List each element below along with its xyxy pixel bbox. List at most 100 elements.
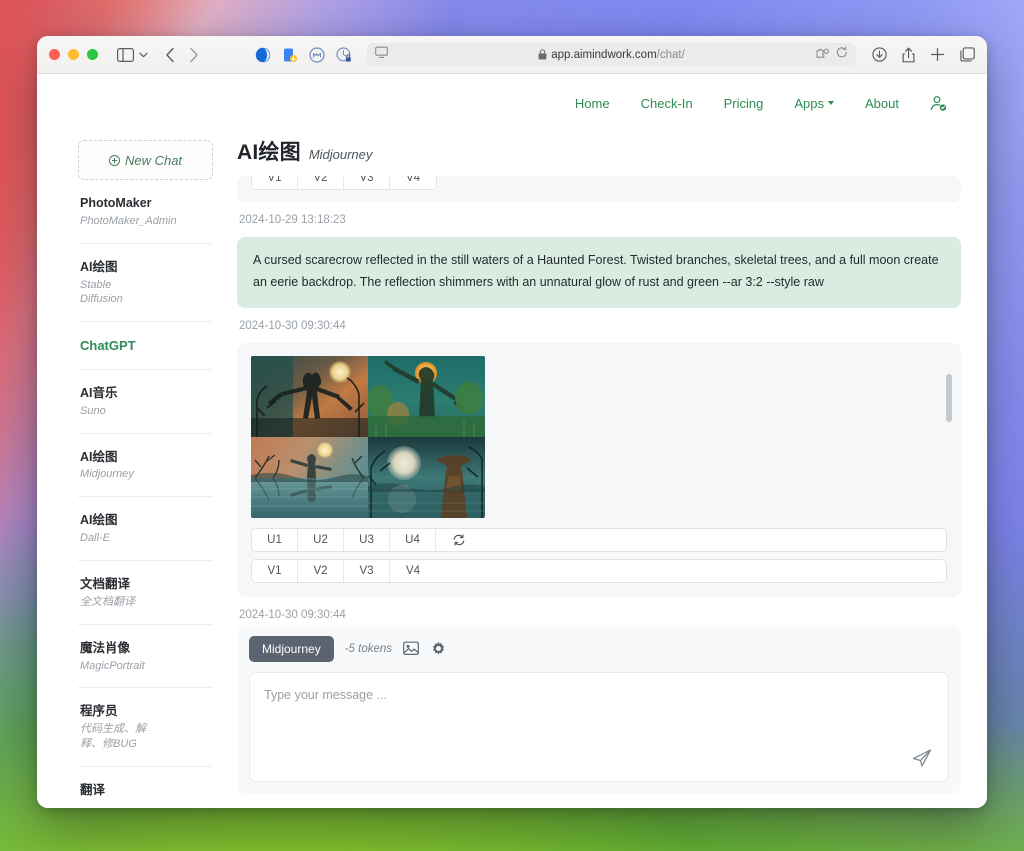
chat-header: AI绘图 Midjourney xyxy=(237,132,961,176)
variation-button-v2[interactable]: V2 xyxy=(298,560,344,582)
chat-item-subtitle: 代码生成、解释、修BUG xyxy=(80,723,146,751)
variation-button-v1[interactable]: V1 xyxy=(252,176,298,189)
web-page: Home Check-In Pricing Apps About New Cha… xyxy=(37,74,987,808)
sidebar-item-translate[interactable]: 翻译 xyxy=(78,767,213,808)
composer-toolbar: Midjourney -5 tokens xyxy=(249,636,949,662)
page-title: AI绘图 xyxy=(237,141,301,164)
nav-about[interactable]: About xyxy=(865,96,899,111)
chat-item-title: 程序员 xyxy=(80,704,118,719)
sidebar-item-document-translate[interactable]: 文档翻译 全文档翻译 xyxy=(78,561,213,625)
nav-apps-label: Apps xyxy=(794,95,825,111)
back-arrow-icon[interactable] xyxy=(158,44,182,66)
nav-checkin[interactable]: Check-In xyxy=(641,96,693,111)
gear-icon[interactable] xyxy=(431,641,448,658)
tabs-overview-icon[interactable] xyxy=(960,47,975,62)
chat-item-subtitle: PhotoMaker_Admin xyxy=(80,214,177,227)
minimize-window-button[interactable] xyxy=(68,49,79,60)
message-timestamp: 2024-10-29 13:18:23 xyxy=(239,214,346,226)
sidebar-item-dalle[interactable]: AI绘图 Dall-E xyxy=(78,497,213,561)
image-icon[interactable] xyxy=(403,641,420,658)
message-prompt-bubble: A cursed scarecrow reflected in the stil… xyxy=(237,237,961,308)
send-paper-plane-icon[interactable] xyxy=(911,747,935,771)
sidebar-item-stable-diffusion[interactable]: AI绘图 Stable Diffusion xyxy=(78,244,213,323)
reload-icon[interactable] xyxy=(836,45,848,64)
message-image-result: U1 U2 U3 U4 V1 V2 V3 V4 xyxy=(237,343,961,597)
browser-extension-icons xyxy=(254,46,353,64)
browser-window: app.aimindwork.com/chat/ Home Check-In P… xyxy=(37,36,987,808)
plus-icon[interactable] xyxy=(930,47,945,62)
image-tile-1[interactable] xyxy=(251,356,368,437)
variation-button-v2[interactable]: V2 xyxy=(298,176,344,189)
maximize-window-button[interactable] xyxy=(87,49,98,60)
scrollbar-thumb[interactable] xyxy=(946,374,952,423)
extension-metamask-icon[interactable] xyxy=(308,46,326,64)
variation-button-v1[interactable]: V1 xyxy=(252,560,298,582)
sidebar-item-photomaker[interactable]: PhotoMaker PhotoMaker_Admin xyxy=(78,180,213,244)
download-icon[interactable] xyxy=(872,47,887,62)
extension-privacy-lock-icon[interactable] xyxy=(335,46,353,64)
upscale-button-u4[interactable]: U4 xyxy=(390,529,436,551)
message-timestamp: 2024-10-30 09:30:44 xyxy=(239,609,346,619)
share-icon[interactable] xyxy=(902,47,915,63)
message-scrollbar[interactable] xyxy=(946,216,952,489)
browser-toolbar: app.aimindwork.com/chat/ xyxy=(37,36,987,74)
window-traffic-lights xyxy=(49,49,98,60)
message-composer: Midjourney -5 tokens xyxy=(237,625,961,794)
upscale-button-row: U1 U2 U3 U4 xyxy=(251,528,947,552)
new-chat-label: New Chat xyxy=(124,152,183,168)
address-bar-actions xyxy=(816,45,848,64)
chat-item-subtitle: 全文档翻译 xyxy=(80,595,135,608)
variation-button-v4[interactable]: V4 xyxy=(390,560,436,582)
forward-arrow-icon[interactable] xyxy=(182,44,206,66)
sidebar-item-suno[interactable]: AI音乐 Suno xyxy=(78,370,213,434)
chat-item-title: 魔法肖像 xyxy=(80,640,131,655)
image-tile-4[interactable] xyxy=(368,437,485,518)
close-window-button[interactable] xyxy=(49,49,60,60)
url-path: /chat/ xyxy=(656,48,685,61)
sidebar-toggle-icon[interactable] xyxy=(114,44,136,66)
message-previous-result-partial: V1 V2 V3 V4 xyxy=(237,176,961,202)
message-input-box[interactable] xyxy=(249,672,949,782)
puzzle-icon[interactable] xyxy=(816,46,829,64)
message-scroll-area[interactable]: V1 V2 V3 V4 2024-10-29 13:18:23 A cursed… xyxy=(237,176,961,619)
message-input[interactable] xyxy=(264,688,934,702)
user-account-icon[interactable] xyxy=(930,95,947,112)
variation-button-v3[interactable]: V3 xyxy=(344,560,390,582)
url-host: app.aimindwork.com xyxy=(551,48,657,61)
sidebar-item-magicportrait[interactable]: 魔法肖像 MagicPortrait xyxy=(78,625,213,689)
midjourney-image-grid[interactable] xyxy=(251,356,485,518)
image-tile-3[interactable] xyxy=(251,437,368,518)
reader-view-icon[interactable] xyxy=(375,46,388,64)
extension-download-badge-icon[interactable] xyxy=(281,46,299,64)
sidebar-item-midjourney[interactable]: AI绘图 Midjourney xyxy=(78,434,213,498)
plus-circle-icon xyxy=(108,154,120,166)
reroll-button[interactable] xyxy=(436,529,482,551)
variation-button-v4[interactable]: V4 xyxy=(390,176,436,189)
chat-item-subtitle: Suno xyxy=(80,404,106,417)
model-selector-chip[interactable]: Midjourney xyxy=(249,636,334,662)
new-chat-button[interactable]: New Chat xyxy=(78,140,213,180)
upscale-button-u3[interactable]: U3 xyxy=(344,529,390,551)
chevron-down-icon xyxy=(828,101,835,105)
chat-sidebar: New Chat PhotoMaker PhotoMaker_Admin AI绘… xyxy=(37,132,229,808)
upscale-button-u1[interactable]: U1 xyxy=(252,529,298,551)
variation-button-row: V1 V2 V3 V4 xyxy=(251,176,437,190)
refresh-icon xyxy=(453,534,465,546)
extension-blue-globe-icon[interactable] xyxy=(254,46,272,64)
sidebar-item-chatgpt[interactable]: ChatGPT xyxy=(78,322,213,370)
variation-button-v3[interactable]: V3 xyxy=(344,176,390,189)
sidebar-item-programmer[interactable]: 程序员 代码生成、解释、修BUG xyxy=(78,688,213,767)
chat-item-title: 翻译 xyxy=(80,782,106,797)
nav-apps[interactable]: Apps xyxy=(794,95,835,111)
chat-item-subtitle: MagicPortrait xyxy=(80,659,145,672)
chevron-down-icon[interactable] xyxy=(136,44,150,66)
message-timestamp: 2024-10-30 09:30:44 xyxy=(239,320,346,332)
lock-icon xyxy=(538,49,547,60)
nav-pricing[interactable]: Pricing xyxy=(724,96,764,111)
upscale-button-u2[interactable]: U2 xyxy=(298,529,344,551)
nav-home[interactable]: Home xyxy=(575,96,610,111)
chat-item-title: AI绘图 xyxy=(80,449,118,464)
address-bar[interactable]: app.aimindwork.com/chat/ xyxy=(367,43,856,66)
chat-item-title: AI绘图 xyxy=(80,513,118,528)
image-tile-2[interactable] xyxy=(368,356,485,437)
